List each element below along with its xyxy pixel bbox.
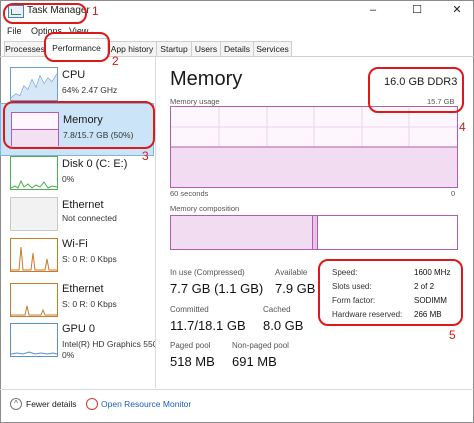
sidebar-wifi-detail: S: 0 R: 0 Kbps	[62, 254, 117, 264]
sidebar-item-wifi[interactable]: Wi-Fi S: 0 R: 0 Kbps	[0, 234, 152, 285]
memory-composition-bar	[170, 215, 458, 250]
committed-value: 11.7/18.1 GB	[170, 318, 246, 333]
sidebar-ethernet2-name: Ethernet	[62, 283, 104, 295]
maximize-button[interactable]: ☐	[406, 3, 428, 17]
memory-usage-graph	[170, 106, 458, 188]
menu-file[interactable]: File	[7, 26, 22, 36]
resource-monitor-icon	[86, 398, 98, 410]
page-title: Memory	[170, 68, 243, 90]
cached-label: Cached	[263, 305, 291, 314]
disk-thumbnail-graph	[10, 156, 58, 190]
composition-label: Memory composition	[170, 204, 240, 213]
annotation-number-5: 5	[449, 328, 456, 342]
annotation-number-4: 4	[459, 120, 466, 134]
sidebar-gpu-name: GPU 0	[62, 323, 96, 335]
close-button[interactable]: ✕	[446, 3, 468, 17]
graph-seconds-label: 60 seconds	[170, 189, 209, 198]
sidebar-disk-name: Disk 0 (C: E:)	[62, 158, 128, 170]
available-value: 7.9 GB	[275, 281, 316, 296]
sidebar-item-gpu[interactable]: GPU 0 Intel(R) HD Graphics 550 0%	[0, 319, 155, 379]
nonpaged-pool-label: Non-paged pool	[232, 341, 289, 350]
tab-users[interactable]: Users	[191, 41, 221, 56]
annotation-number-3: 3	[142, 149, 149, 163]
sidebar-cpu-detail: 64% 2.47 GHz	[62, 85, 118, 95]
available-label: Available	[275, 268, 308, 277]
tab-processes[interactable]: Processes	[4, 41, 46, 56]
annotation-number-1: 1	[92, 4, 99, 18]
sidebar-gpu-usage: 0%	[62, 350, 75, 360]
cached-value: 8.0 GB	[263, 318, 304, 333]
sidebar-disk-detail: 0%	[62, 174, 75, 184]
minimize-button[interactable]: –	[362, 3, 384, 17]
annotation-box-3	[3, 101, 155, 149]
paged-pool-value: 518 MB	[170, 354, 215, 369]
gpu-thumbnail-graph	[10, 323, 58, 357]
in-use-label: In use (Compressed)	[170, 268, 245, 277]
sidebar-ethernet2-detail: S: 0 R: 0 Kbps	[62, 299, 117, 309]
tab-services[interactable]: Services	[253, 41, 292, 56]
annotation-box-2	[44, 32, 110, 62]
chevron-up-icon[interactable]: ^	[10, 398, 22, 410]
annotation-box-5	[318, 259, 463, 326]
sidebar-ethernet-name: Ethernet	[62, 199, 104, 211]
in-use-value: 7.7 GB (1.1 GB)	[170, 281, 264, 296]
fewer-details-link[interactable]: Fewer details	[26, 399, 77, 409]
tab-details[interactable]: Details	[220, 41, 254, 56]
sidebar-cpu-name: CPU	[62, 69, 86, 81]
cpu-thumbnail-graph	[10, 67, 58, 101]
annotation-box-4	[368, 67, 464, 113]
paged-pool-label: Paged pool	[170, 341, 211, 350]
graph-zero-label: 0	[451, 189, 456, 198]
usage-graph-label: Memory usage	[170, 97, 220, 106]
tab-startup[interactable]: Startup	[156, 41, 192, 56]
ethernet-thumbnail-graph	[10, 197, 58, 231]
annotation-box-1	[3, 3, 87, 24]
committed-label: Committed	[170, 305, 209, 314]
sidebar-ethernet-detail: Not connected	[62, 213, 117, 223]
open-resource-monitor-link[interactable]: Open Resource Monitor	[101, 399, 191, 409]
footer-bar: ^ Fewer details Open Resource Monitor	[0, 389, 474, 422]
ethernet2-thumbnail-graph	[10, 283, 58, 317]
annotation-number-2: 2	[112, 54, 119, 68]
wifi-thumbnail-graph	[10, 238, 58, 272]
sidebar-wifi-name: Wi-Fi	[62, 238, 88, 250]
nonpaged-pool-value: 691 MB	[232, 354, 277, 369]
sidebar-gpu-detail: Intel(R) HD Graphics 550	[62, 339, 156, 349]
